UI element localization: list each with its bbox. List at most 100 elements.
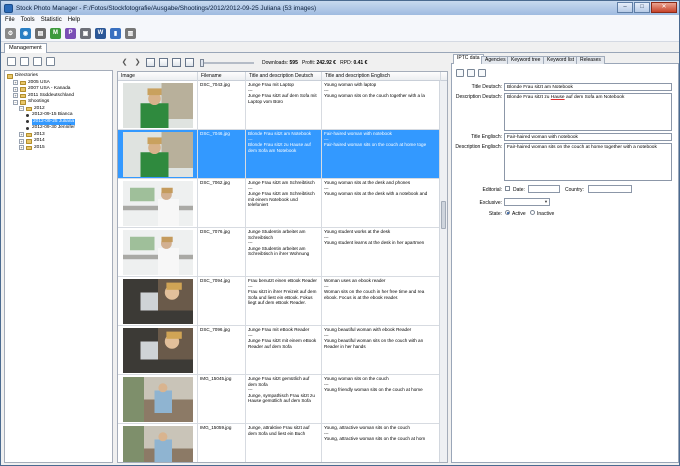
- minimize-button[interactable]: –: [617, 2, 633, 13]
- date-field[interactable]: [528, 185, 560, 193]
- link-icon[interactable]: [46, 57, 55, 66]
- copy-icon[interactable]: [456, 69, 464, 77]
- desc-de-field[interactable]: Blonde Frau sitzt zu Hause auf dem Sofa …: [504, 93, 672, 131]
- photo-thumbnail[interactable]: [123, 132, 193, 177]
- back-icon[interactable]: ❮: [120, 58, 129, 67]
- title-en-field[interactable]: Fair-haired woman with notebook: [504, 133, 672, 141]
- module-m-icon[interactable]: M: [50, 27, 61, 39]
- expand-icon[interactable]: +: [19, 132, 24, 138]
- image-cell[interactable]: [118, 130, 198, 178]
- table-scrollbar[interactable]: [439, 81, 447, 462]
- photo-thumbnail[interactable]: [123, 426, 193, 463]
- description-en-cell[interactable]: Woman uses an ebook reader --- Woman sit…: [322, 277, 441, 325]
- chart-icon[interactable]: ▮: [110, 27, 121, 39]
- menu-file[interactable]: File: [5, 17, 15, 23]
- description-de-cell[interactable]: Frau benutzt einen eBook Reader --- Frau…: [246, 277, 322, 325]
- filename-cell[interactable]: DSC_7096.jpg: [198, 326, 246, 374]
- description-de-cell[interactable]: Junge Frau sitzt am Schreibtisch --- Jun…: [246, 179, 322, 227]
- forward-icon[interactable]: ❯: [133, 58, 142, 67]
- description-de-cell[interactable]: Junge Frau mit Laptop --- Junge Frau sit…: [246, 81, 322, 129]
- maximize-button[interactable]: □: [634, 2, 650, 13]
- column-header-image[interactable]: Image: [118, 72, 198, 81]
- editorial-checkbox[interactable]: [505, 186, 510, 191]
- settings-icon[interactable]: ⚙: [5, 27, 16, 39]
- filename-cell[interactable]: DSC_7046.jpg: [198, 130, 246, 178]
- tab-keyword-tree[interactable]: Keyword tree: [507, 56, 545, 64]
- photo-thumbnail[interactable]: [123, 328, 193, 373]
- filename-cell[interactable]: DSC_7094.jpg: [198, 277, 246, 325]
- photo-thumbnail[interactable]: [123, 230, 193, 275]
- expand-icon[interactable]: +: [19, 138, 24, 144]
- paste-icon[interactable]: [467, 69, 475, 77]
- table-row[interactable]: IMG_15045.jpg Junge Frau sitzt gemütlich …: [118, 375, 441, 424]
- globe-icon[interactable]: ◉: [20, 27, 31, 39]
- undo-icon[interactable]: [478, 69, 486, 77]
- menu-tools[interactable]: Tools: [21, 17, 35, 23]
- title-de-field[interactable]: Blonde Frau sitzt am Notebook: [504, 83, 672, 91]
- thumbnail-size-slider[interactable]: [200, 58, 254, 67]
- table-row[interactable]: IMG_15059.jpg Junge, attraktive Frau sitz…: [118, 424, 441, 463]
- table-row[interactable]: DSC_7046.jpg Blonde Frau sitzt am Noteboo…: [118, 130, 441, 179]
- filename-cell[interactable]: DSC_7043.jpg: [198, 81, 246, 129]
- table-row[interactable]: DSC_7094.jpg Frau benutzt einen eBook Rea…: [118, 277, 441, 326]
- image-cell[interactable]: [118, 179, 198, 227]
- column-header-deutsch[interactable]: Title and description Deutsch: [246, 72, 322, 81]
- sqlite-icon[interactable]: ▤: [35, 27, 46, 39]
- tab-management[interactable]: Management: [4, 43, 47, 53]
- menu-help[interactable]: Help: [68, 17, 80, 23]
- filename-cell[interactable]: IMG_15045.jpg: [198, 375, 246, 423]
- tree-item[interactable]: +2015: [5, 145, 112, 152]
- collapse-icon[interactable]: −: [13, 99, 18, 105]
- collapse-icon[interactable]: −: [19, 106, 24, 112]
- filename-cell[interactable]: DSC_7062.jpg: [198, 179, 246, 227]
- photo-thumbnail[interactable]: [123, 181, 193, 226]
- edit-icon[interactable]: [20, 57, 29, 66]
- tab-agencies[interactable]: Agencies: [481, 56, 510, 64]
- description-de-cell[interactable]: Junge Frau mit eBook Reader --- Junge Fr…: [246, 326, 322, 374]
- state-inactive-radio[interactable]: [530, 210, 535, 215]
- photo-thumbnail[interactable]: [123, 279, 193, 324]
- photo-thumbnail[interactable]: [123, 83, 193, 128]
- description-en-cell[interactable]: Young woman with laptop --- Young woman …: [322, 81, 441, 129]
- tab-keyword-list[interactable]: Keyword list: [543, 56, 578, 64]
- export-icon[interactable]: [146, 58, 155, 67]
- description-de-cell[interactable]: Junge Frau sitzt gemütlich auf dem Sofa …: [246, 375, 322, 423]
- print-icon[interactable]: ▣: [80, 27, 91, 39]
- menu-statistic[interactable]: Statistic: [41, 17, 62, 23]
- table-row[interactable]: DSC_7096.jpg Junge Frau mit eBook Reader …: [118, 326, 441, 375]
- currency-icon[interactable]: [172, 58, 181, 67]
- filename-cell[interactable]: IMG_15059.jpg: [198, 424, 246, 462]
- expand-icon[interactable]: +: [13, 93, 18, 99]
- desc-en-field[interactable]: Fair-haired woman sits on the couch at h…: [504, 143, 672, 181]
- image-cell[interactable]: [118, 81, 198, 129]
- stats-icon[interactable]: ▥: [125, 27, 136, 39]
- filename-cell[interactable]: DSC_7076.jpg: [198, 228, 246, 276]
- country-field[interactable]: [588, 185, 632, 193]
- slider-thumb[interactable]: [200, 58, 204, 67]
- table-row[interactable]: DSC_7076.jpg Junge Studentin arbeitet am …: [118, 228, 441, 277]
- image-cell[interactable]: [118, 375, 198, 423]
- image-cell[interactable]: [118, 326, 198, 374]
- description-en-cell[interactable]: Fair-haired woman with notebook --- Fair…: [322, 130, 441, 178]
- expand-icon[interactable]: +: [19, 145, 24, 151]
- description-en-cell[interactable]: Young woman sits on the couch --- Young …: [322, 375, 441, 423]
- module-p-icon[interactable]: P: [65, 27, 76, 39]
- exclusive-select[interactable]: ▼: [504, 198, 550, 206]
- column-header-englisch[interactable]: Title and description Englisch: [322, 72, 441, 81]
- state-active-radio[interactable]: [505, 210, 510, 215]
- iptc-exif-icon[interactable]: [185, 58, 194, 67]
- description-en-cell[interactable]: Young, attractive woman sits on the couc…: [322, 424, 441, 462]
- expand-icon[interactable]: +: [13, 80, 18, 86]
- refresh-icon[interactable]: [33, 57, 42, 66]
- table-row[interactable]: DSC_7043.jpg Junge Frau mit Laptop --- Ju…: [118, 81, 441, 130]
- scrollbar-thumb[interactable]: [441, 201, 446, 229]
- description-de-cell[interactable]: Junge, attraktive Frau sitzt auf dem Sof…: [246, 424, 322, 462]
- new-folder-icon[interactable]: [7, 57, 16, 66]
- close-button[interactable]: ✕: [651, 2, 677, 13]
- image-cell[interactable]: [118, 228, 198, 276]
- description-en-cell[interactable]: Young beautiful woman with ebook Reader …: [322, 326, 441, 374]
- word-icon[interactable]: W: [95, 27, 106, 39]
- tab-releases[interactable]: Releases: [576, 56, 605, 64]
- save-icon[interactable]: [159, 58, 168, 67]
- image-cell[interactable]: [118, 277, 198, 325]
